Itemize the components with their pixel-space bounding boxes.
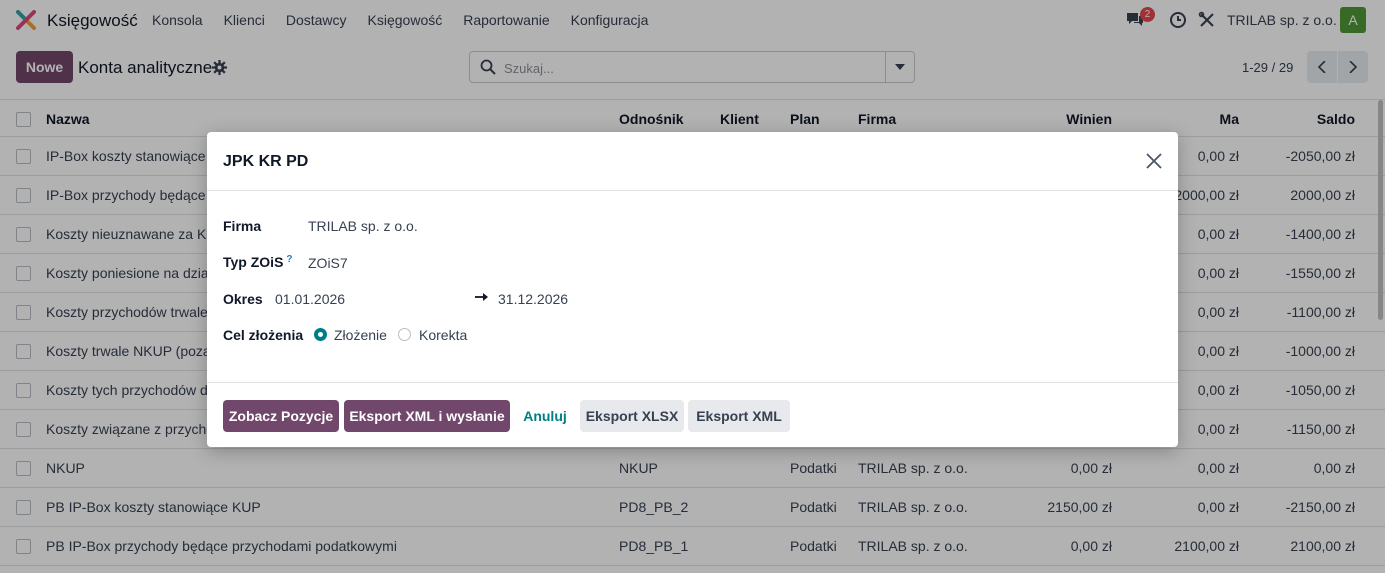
firma-label: Firma xyxy=(223,218,262,234)
dialog-title: JPK KR PD xyxy=(223,153,309,170)
radio-zlozenie[interactable] xyxy=(314,328,327,341)
dialog-footer-divider xyxy=(207,382,1178,383)
close-icon[interactable] xyxy=(1145,152,1163,170)
radio-korekta[interactable] xyxy=(398,328,411,341)
radio-korekta-label[interactable]: Korekta xyxy=(419,327,467,343)
cel-zlozenia-label: Cel złożenia xyxy=(223,327,304,343)
arrow-right-icon xyxy=(475,293,488,301)
help-tooltip-icon[interactable]: ? xyxy=(286,254,292,265)
typ-zois-label-text: Typ ZOiS xyxy=(223,254,284,270)
eksport-xml-button[interactable]: Eksport XML xyxy=(688,400,790,432)
dialog-header-divider xyxy=(207,190,1178,191)
typ-zois-value[interactable]: ZOiS7 xyxy=(308,255,348,271)
eksport-xml-send-button[interactable]: Eksport XML i wysłanie xyxy=(344,400,510,432)
okres-to-field[interactable]: 31.12.2026 xyxy=(498,291,568,307)
eksport-xlsx-button[interactable]: Eksport XLSX xyxy=(580,400,684,432)
firma-value: TRILAB sp. z o.o. xyxy=(308,218,418,234)
radio-zlozenie-label[interactable]: Złożenie xyxy=(334,327,387,343)
okres-label: Okres xyxy=(223,291,263,307)
okres-from-field[interactable]: 01.01.2026 xyxy=(275,291,345,307)
jpk-dialog: JPK KR PD Firma TRILAB sp. z o.o. Typ ZO… xyxy=(207,132,1178,447)
anuluj-button[interactable]: Anuluj xyxy=(518,400,572,432)
typ-zois-label: Typ ZOiS? xyxy=(223,254,293,270)
zobacz-pozycje-button[interactable]: Zobacz Pozycje xyxy=(223,400,339,432)
